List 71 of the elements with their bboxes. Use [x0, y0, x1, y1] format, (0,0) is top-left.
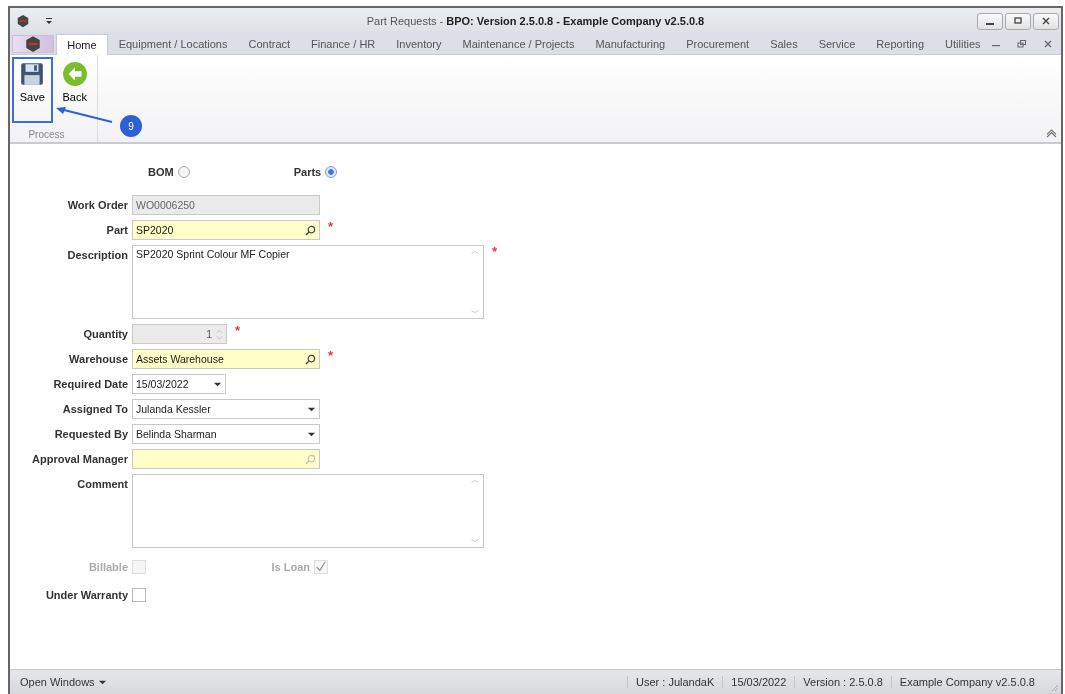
application-menu-button[interactable] [12, 35, 54, 53]
field-label: Requested By [53, 427, 128, 442]
annotation-arrow [54, 104, 114, 124]
dropdown-field[interactable]: Julanda Kessler [132, 399, 320, 419]
required-asterisk: * [235, 324, 241, 338]
text-area[interactable]: SP2020 Sprint Colour MF Copier [132, 245, 484, 319]
field-label: Work Order [66, 198, 128, 213]
maximize-icon [1013, 16, 1023, 26]
open-windows-button[interactable]: Open Windows [10, 676, 116, 688]
caret-icon [98, 678, 106, 686]
window-title: Part Requests - BPO: Version 2.5.0.8 - Example Company v2.5.0.8 [365, 15, 706, 27]
checkbox[interactable] [132, 588, 146, 602]
field-label: Approval Manager [31, 452, 128, 467]
field-label: Comment [76, 477, 128, 492]
ribbon-tab[interactable]: Finance / HR [300, 34, 386, 54]
dropdown-icon[interactable] [44, 16, 54, 26]
radio-label: Parts [293, 166, 322, 178]
restore-icon[interactable] [1017, 39, 1027, 49]
scrollbar-icon[interactable] [469, 477, 481, 545]
required-asterisk: * [328, 220, 334, 234]
status-item: Example Company v2.5.0.8 [890, 676, 1043, 688]
ribbon-tab[interactable]: Contract [238, 34, 301, 54]
close-icon[interactable] [1043, 39, 1053, 49]
radio-button[interactable] [325, 166, 338, 178]
checkbox-label: Billable [87, 561, 128, 573]
status-item: 15/03/2022 [722, 676, 795, 688]
radio-button[interactable] [177, 166, 190, 178]
ribbon-group-label: Process [27, 129, 66, 142]
ribbon-tab[interactable]: Inventory [385, 34, 453, 54]
dropdown-field[interactable]: 15/03/2022 [132, 374, 226, 394]
input-field[interactable]: Assets Warehouse [132, 349, 320, 369]
field-label: Warehouse [68, 352, 128, 367]
close-icon [1041, 16, 1051, 26]
close-button[interactable] [1033, 12, 1059, 30]
field-label: Description [66, 248, 128, 263]
checkbox-label: Under Warranty [45, 589, 128, 601]
ribbon-tab[interactable]: Equipment / Locations [108, 34, 238, 54]
step-badge: 9 [120, 115, 142, 137]
required-asterisk: * [328, 349, 334, 363]
ribbon-tab[interactable]: Sales [759, 34, 809, 54]
back-button[interactable]: Back [54, 57, 95, 123]
search-icon[interactable] [305, 353, 316, 365]
save-button[interactable]: Save [12, 57, 53, 123]
status-item: User : JulandaK [627, 676, 723, 688]
required-asterisk: * [492, 245, 498, 259]
ribbon-tab[interactable]: Utilities [934, 34, 991, 54]
hexagon-logo-icon [23, 35, 42, 53]
ribbon-tab[interactable]: Reporting [865, 34, 935, 54]
input-field[interactable]: SP2020 [132, 220, 320, 240]
minimize-button[interactable] [977, 12, 1003, 30]
ribbon-tab[interactable]: Maintenance / Projects [452, 34, 585, 54]
scrollbar-icon[interactable] [469, 248, 481, 316]
maximize-button[interactable] [1005, 12, 1031, 30]
hexagon-logo-icon[interactable] [16, 14, 30, 28]
input-field[interactable] [132, 449, 320, 469]
field-label: Part [105, 223, 128, 238]
ribbon-tab[interactable]: Home [55, 34, 109, 55]
resize-grip-icon[interactable] [1049, 682, 1059, 692]
checkbox-label: Is Loan [270, 561, 310, 573]
ribbon-tab[interactable]: Manufacturing [584, 34, 676, 54]
field-label: Quantity [82, 327, 128, 342]
status-item: Version : 2.5.0.8 [794, 676, 891, 688]
ribbon-tab[interactable]: Service [808, 34, 866, 54]
radio-label: BOM [148, 166, 174, 178]
field-label: Required Date [52, 377, 128, 392]
search-icon[interactable] [305, 224, 316, 236]
collapse-ribbon-icon[interactable] [1046, 129, 1057, 138]
dropdown-field[interactable]: Belinda Sharman [132, 424, 320, 444]
ribbon-tab[interactable]: Procurement [675, 34, 760, 54]
field-label: Assigned To [61, 402, 128, 417]
minimize-icon [986, 23, 994, 25]
